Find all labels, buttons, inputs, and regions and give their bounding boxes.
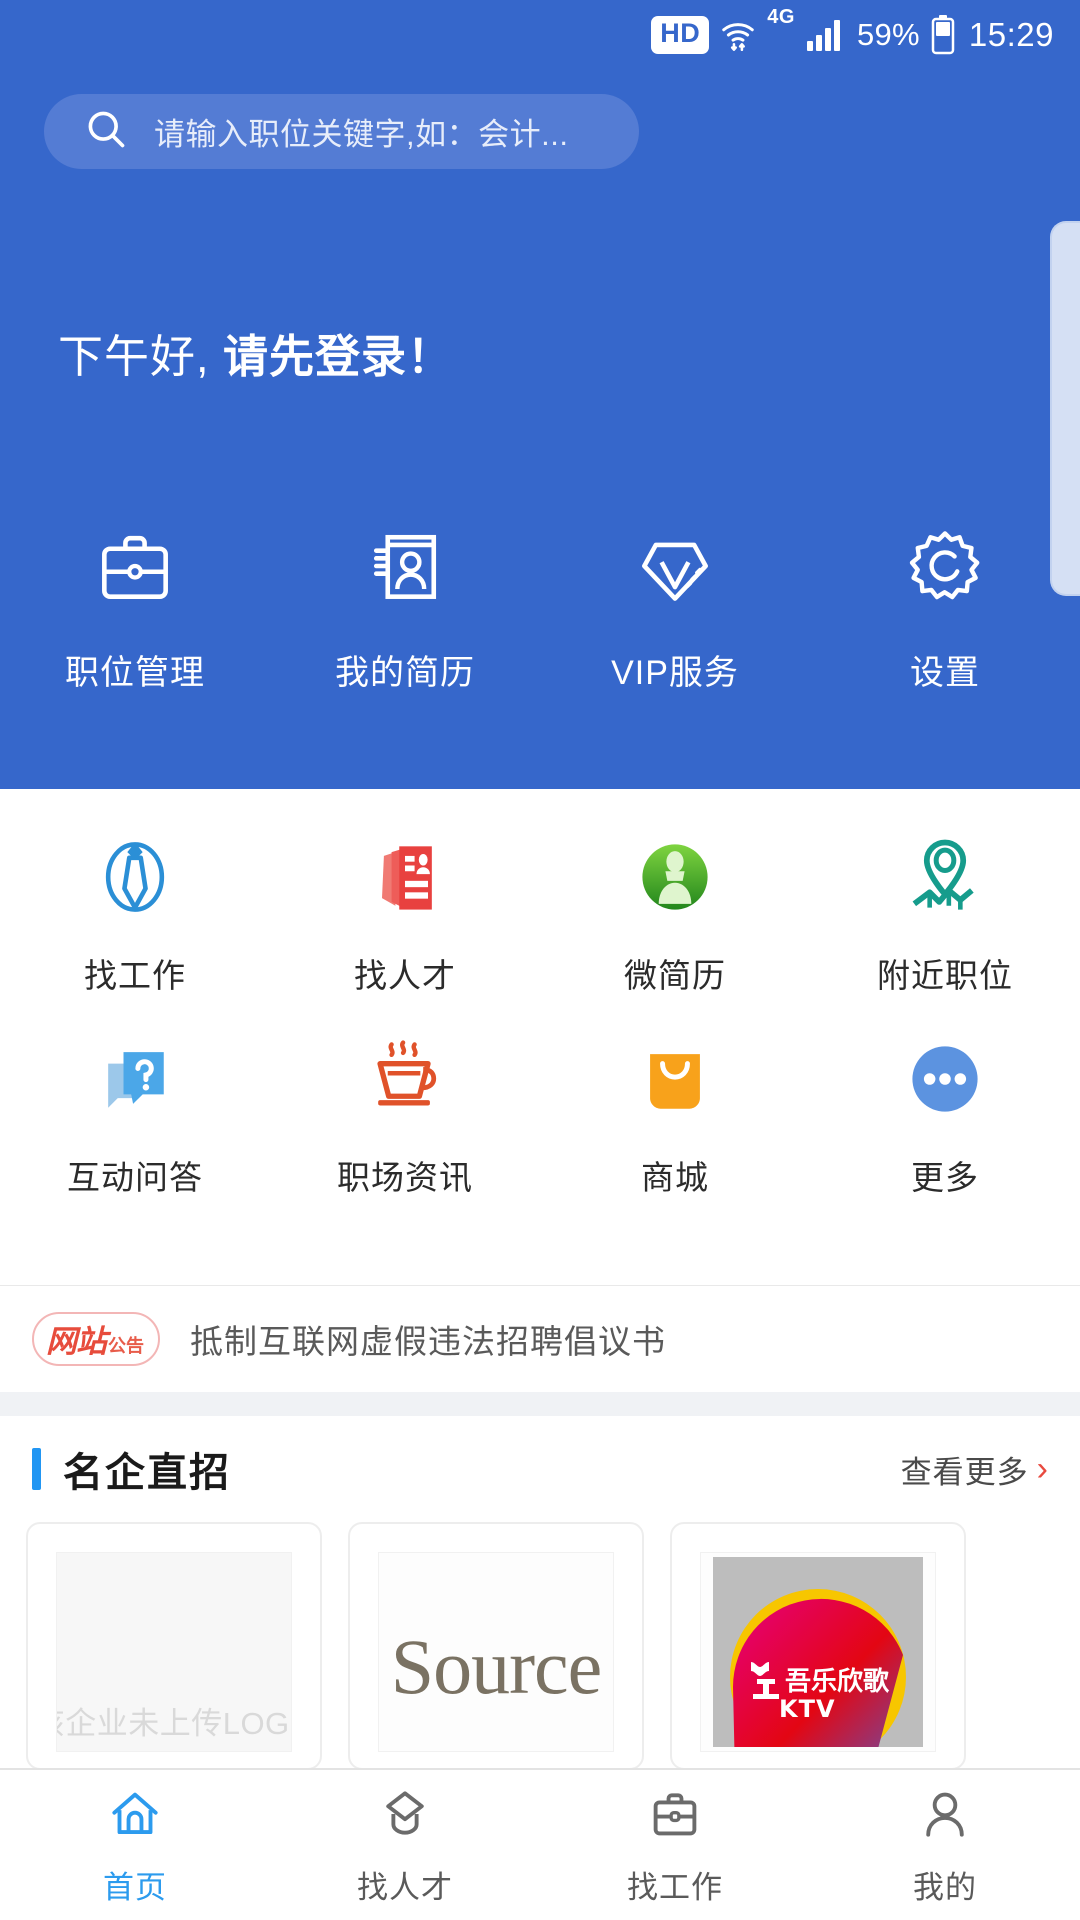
grid-item-career-news[interactable]: 职场资讯 [270,1033,540,1199]
featured-section-header: 名企直招 查看更多 › [0,1416,1080,1522]
grid-item-mall[interactable]: 商城 [540,1033,810,1199]
logo-placeholder: 该企业未上传LOGO [57,1553,291,1751]
announcement-bar[interactable]: 网站 公告 抵制互联网虚假违法招聘倡议书 [0,1286,1080,1392]
hero-link-label: 我的简历 [335,654,475,692]
feature-grid: 找工作 找人才 微简历 附近职位 互动问答 职场资讯 商城 更多 [0,789,1080,1285]
feature-grid-row-2: 互动问答 职场资讯 商城 更多 [0,1033,1080,1199]
grid-item-label: 商城 [641,1159,709,1196]
search-input[interactable]: 请输入职位关键字,如：会计... [44,94,639,169]
hero-quick-links: 职位管理 我的简历 VIP服务 设置 [0,520,1080,694]
hero-link-vip-service[interactable]: VIP服务 [540,520,810,694]
greeting-text: 下午好, 请先登录！ [58,320,453,385]
app-root: HD 4G 59% 15:29 请输入职位关键字,如：会计... 下午好, 请先… [0,0,1080,1920]
map-pin-icon [899,831,991,923]
search-placeholder: 请输入职位关键字,如：会计... [154,117,569,152]
company-logo-text: Source [390,1622,603,1710]
search-icon [84,107,128,156]
id-card-icon [359,520,451,617]
section-accent-bar [32,1448,41,1490]
tab-label: 首页 [103,1870,167,1905]
coffee-cup-icon [359,1033,451,1125]
tab-find-talent[interactable]: 找人才 [270,1770,540,1920]
diamond-vip-icon [629,520,721,617]
company-card[interactable]: Source [348,1522,644,1770]
briefcase-icon [644,1783,706,1850]
grid-item-find-talent[interactable]: 找人才 [270,831,540,997]
home-icon [104,1783,166,1850]
tab-label: 我的 [913,1870,977,1905]
page-title: 名企直招 [63,1451,231,1495]
grid-item-label: 职场资讯 [337,1159,473,1196]
grid-item-label: 更多 [911,1159,979,1196]
question-bubble-icon [89,1033,181,1125]
hero-header: HD 4G 59% 15:29 请输入职位关键字,如：会计... 下午好, 请先… [0,0,1080,789]
company-card[interactable]: 吾乐欣歌 KTV [670,1522,966,1770]
grid-item-qa[interactable]: 互动问答 [0,1033,270,1199]
logo-placeholder-text: 该企业未上传LOGO [57,1706,291,1741]
battery-icon [931,15,955,55]
grid-item-label: 找工作 [84,957,186,994]
necktie-circle-icon [89,831,181,923]
hero-link-settings[interactable]: 设置 [810,520,1080,694]
hero-link-label: 职位管理 [65,654,205,692]
bottom-tab-bar: 首页 找人才 找工作 我的 [0,1768,1080,1920]
ellipsis-circle-icon [899,1033,991,1125]
grid-item-label: 附近职位 [877,957,1013,994]
grid-item-label: 互动问答 [67,1159,203,1196]
hero-link-label: VIP服务 [611,654,739,692]
cellular-signal-icon [806,18,846,52]
svg-text:KTV: KTV [779,1695,836,1723]
tab-home[interactable]: 首页 [0,1770,270,1920]
announcement-badge-main: 网站 [46,1324,107,1359]
grid-item-label: 找人才 [354,957,456,994]
grid-item-more[interactable]: 更多 [810,1033,1080,1199]
wifi-icon [720,17,756,53]
network-4g-label: 4G [767,6,795,28]
resume-cards-icon [359,831,451,923]
company-card[interactable]: 该企业未上传LOGO [26,1522,322,1770]
clock-label: 15:29 [968,16,1054,53]
gear-icon [899,520,991,617]
grid-item-micro-resume[interactable]: 微简历 [540,831,810,997]
svg-text:吾乐欣歌: 吾乐欣歌 [785,1667,890,1697]
company-logo-frame: 吾乐欣歌 KTV [700,1552,936,1752]
tab-label: 找工作 [627,1870,723,1905]
tab-mine[interactable]: 我的 [810,1770,1080,1920]
grid-item-nearby-jobs[interactable]: 附近职位 [810,831,1080,997]
company-logo-image: 吾乐欣歌 KTV [713,1557,923,1747]
announcement-badge: 网站 公告 [32,1312,160,1366]
announcement-badge-sub: 公告 [108,1336,144,1356]
greeting-prefix: 下午好, [58,331,224,382]
hero-link-job-management[interactable]: 职位管理 [0,520,270,694]
hd-badge: HD [651,16,710,54]
person-badge-icon [629,831,721,923]
graduation-cap-icon [374,1783,436,1850]
hero-link-my-resume[interactable]: 我的简历 [270,520,540,694]
announcement-text: 抵制互联网虚假违法招聘倡议书 [190,1323,666,1360]
tab-label: 找人才 [357,1870,453,1905]
login-prompt[interactable]: 请先登录！ [223,331,453,382]
chevron-right-icon: › [1036,1450,1048,1488]
feature-grid-row-1: 找工作 找人才 微简历 附近职位 [0,831,1080,997]
grid-item-label: 微简历 [624,957,726,994]
tab-find-job[interactable]: 找工作 [540,1770,810,1920]
company-logo-frame: 该企业未上传LOGO [56,1552,292,1752]
shopping-bag-icon [629,1033,721,1125]
status-bar: HD 4G 59% 15:29 [0,0,1080,70]
view-more-label: 查看更多 [900,1454,1029,1490]
grid-item-find-job[interactable]: 找工作 [0,831,270,997]
section-gap-band [0,1392,1080,1416]
briefcase-icon [89,520,181,617]
view-more-button[interactable]: 查看更多 › [901,1447,1048,1492]
person-icon [914,1783,976,1850]
hero-link-label: 设置 [910,654,980,692]
company-card-list[interactable]: 该企业未上传LOGO Source [0,1522,1080,1770]
company-logo-frame: Source [378,1552,614,1752]
battery-percent-label: 59% [856,17,920,52]
